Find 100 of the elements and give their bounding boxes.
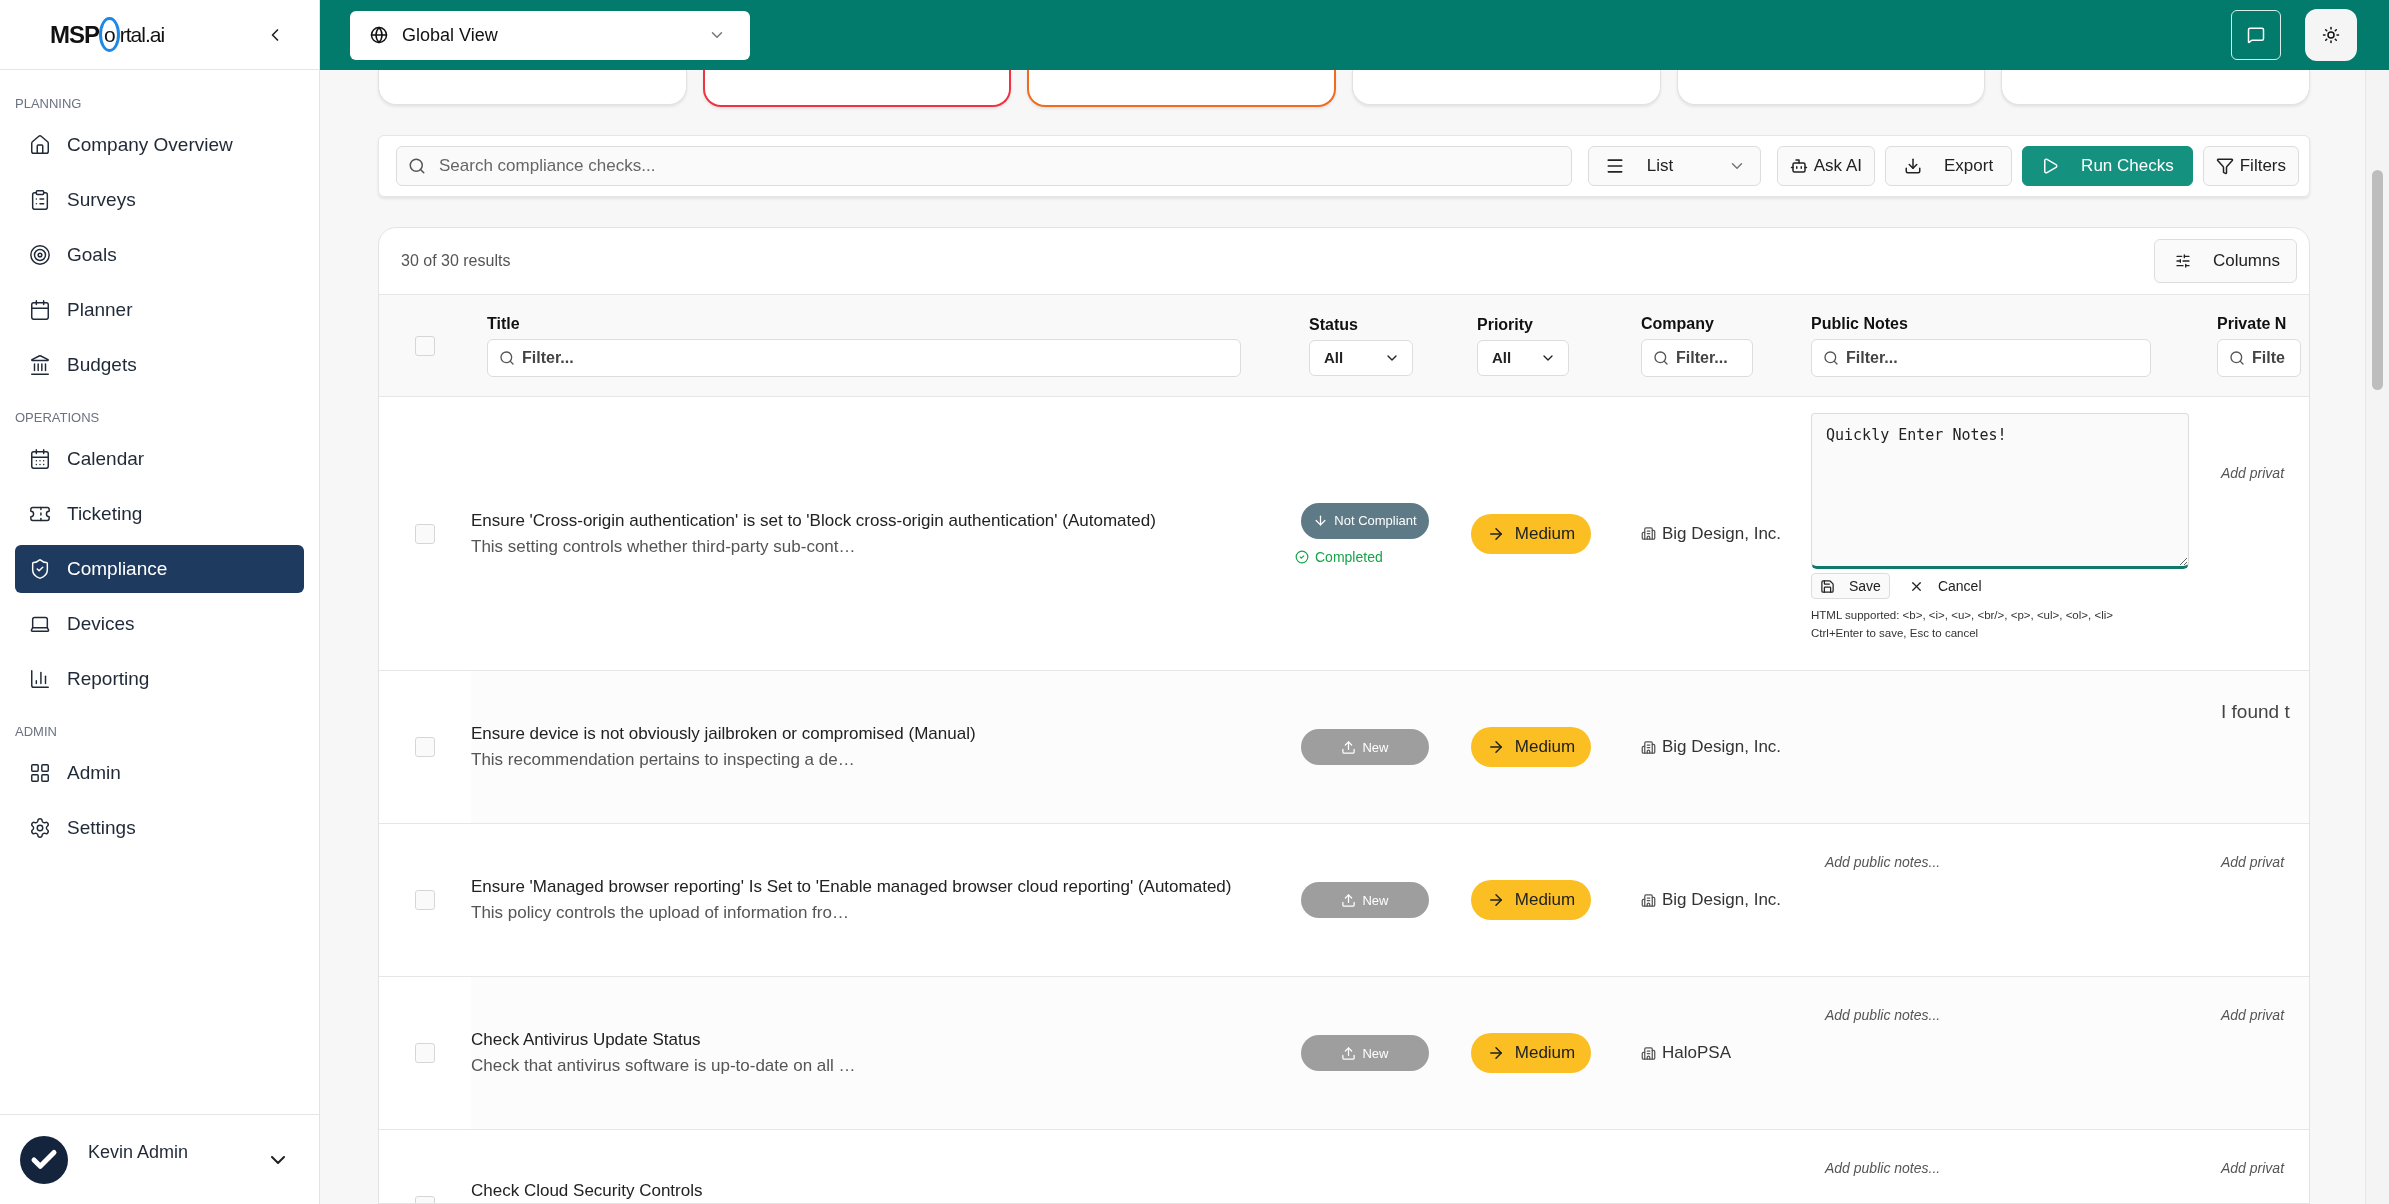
search-icon [408,157,426,175]
sidebar-item[interactable]: Settings [15,804,304,852]
row-checkbox[interactable] [415,890,435,910]
row-checkbox[interactable] [415,1043,435,1063]
sidebar-item[interactable]: Budgets [15,341,304,389]
company-name: Big Design, Inc. [1641,890,1782,910]
column-filter-field[interactable]: Filter... [1811,338,2151,377]
ai-button[interactable]: Ask AI [1776,146,1875,186]
priority-badge[interactable]: Medium [1471,1033,1591,1073]
company-name: Big Design, Inc. [1641,737,1782,757]
user-name: Kevin Admin [88,1142,190,1163]
column-header[interactable]: Priority [1477,315,1533,334]
sun-icon [2322,26,2340,44]
sidebar-item[interactable]: Admin [15,749,304,797]
check-title[interactable]: Ensure 'Managed browser reporting' Is Set to 'Enable managed browser cloud reporting' (Automated) [471,877,1232,897]
column-header[interactable]: Status [1309,315,1358,334]
check-title[interactable]: Ensure 'Cross-origin authentication' is set to 'Block cross-origin authentication' (Automated) [471,510,1156,531]
scope-select[interactable]: Global View [350,10,750,60]
sidebar-item[interactable]: Reporting [15,655,304,703]
column-header[interactable]: Public Notes [1811,314,1908,333]
export-button[interactable]: Export [1884,146,2013,186]
check-description: Check that antivirus software is up-to-date on all … [471,1056,856,1076]
calendar-icon [29,299,51,321]
play-icon [2041,157,2060,175]
status-badge[interactable]: Not Compliant [1301,502,1429,539]
company-name: Big Design, Inc. [1641,523,1782,544]
filter-button[interactable]: Filters [2202,146,2299,186]
home-icon [29,134,51,156]
search-icon [499,349,515,366]
check-description: This setting controls whether third-party sub-cont… [471,536,856,557]
globe-icon [370,26,388,44]
sidebar-item[interactable]: Devices [15,600,304,648]
private-notes-placeholder[interactable]: Add privat [2221,854,2285,870]
column-header[interactable]: Private N [2217,314,2287,333]
sidebar-item[interactable]: Surveys [15,176,304,224]
column-filter-field[interactable]: Filter... [1641,338,1753,377]
robot-icon [1789,157,1808,175]
sidebar-item[interactable]: Compliance [15,545,304,593]
select-all-checkbox[interactable] [415,335,435,356]
check-title[interactable]: Check Antivirus Update Status [471,1030,701,1050]
sliders-icon [2174,253,2191,269]
notes-editor[interactable]: Quickly Enter Notes! [1811,413,2189,569]
building-icon [1641,526,1656,541]
cancel-button[interactable]: Cancel [1899,573,1991,599]
theme-toggle-button[interactable] [2305,9,2357,61]
download-icon [1903,157,1922,175]
search-icon [1653,349,1669,366]
public-notes-placeholder[interactable]: Add public notes... [1825,854,1941,870]
building-icon [1641,892,1656,908]
sidebar-item[interactable]: Goals [15,231,304,279]
public-notes-placeholder[interactable]: Add public notes... [1825,1160,1941,1176]
chat-icon [2247,26,2265,44]
private-notes-placeholder[interactable]: Add privat [2221,465,2285,481]
calendar-icon [29,448,51,470]
column-header[interactable]: Company [1641,314,1714,333]
row-checkbox[interactable] [415,737,435,757]
filter-icon [2215,157,2234,175]
upload-icon [1341,1045,1357,1061]
search-icon [2229,349,2245,366]
view-select[interactable]: List [1587,146,1761,186]
check-title[interactable]: Ensure device is not obviously jailbroken or compromised (Manual) [471,724,976,744]
priority-badge[interactable]: Medium [1471,880,1591,920]
column-filter-field[interactable]: Filter... [487,338,1241,377]
building-icon [1641,739,1656,755]
section-label: ADMIN [15,723,58,741]
bank-icon [29,354,51,376]
priority-badge[interactable]: Medium [1471,727,1591,767]
priority-badge[interactable]: Medium [1471,513,1591,554]
save-button[interactable]: Save [1811,573,1890,599]
private-notes-text: I found t [2221,701,2290,723]
search-field[interactable]: Search compliance checks... [396,146,1572,186]
column-header[interactable]: Title [487,314,520,333]
private-notes-placeholder[interactable]: Add privat [2221,1007,2285,1023]
check-title[interactable]: Check Cloud Security Controls [471,1181,703,1201]
sidebar-item[interactable]: Company Overview [15,121,304,169]
row-checkbox[interactable] [415,523,435,544]
chat-button[interactable] [2231,10,2281,60]
completion-status: Completed [1295,548,1383,565]
column-filter-field[interactable]: Filte [2217,338,2301,377]
run-checks-button[interactable]: Run Checks [2022,146,2193,186]
section-label: OPERATIONS [15,409,101,427]
sidebar-item[interactable]: Ticketing [15,490,304,538]
private-notes-placeholder[interactable]: Add privat [2221,1160,2285,1176]
building-icon [1641,1045,1656,1061]
column-filter-select[interactable]: All [1477,339,1569,376]
sidebar-item[interactable]: Planner [15,286,304,334]
company-name: HaloPSA [1641,1043,1731,1063]
upload-icon [1341,892,1357,908]
public-notes-placeholder[interactable]: Add public notes... [1825,1007,1941,1023]
avatar [20,1135,68,1184]
search-icon [1823,349,1839,366]
grid-icon [29,762,51,784]
shield-check-icon [29,558,51,580]
upload-icon [1341,739,1357,755]
columns-button[interactable]: Columns [2153,239,2297,283]
target-icon [29,244,51,266]
column-filter-select[interactable]: All [1309,339,1413,376]
sidebar-item[interactable]: Calendar [15,435,304,483]
logo: MSP o rtal.ai [50,15,165,54]
check-description: This recommendation pertains to inspecting a de… [471,750,855,770]
